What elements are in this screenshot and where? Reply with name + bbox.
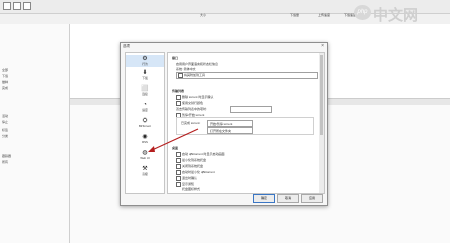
annotation-arrow-icon [148,128,199,152]
